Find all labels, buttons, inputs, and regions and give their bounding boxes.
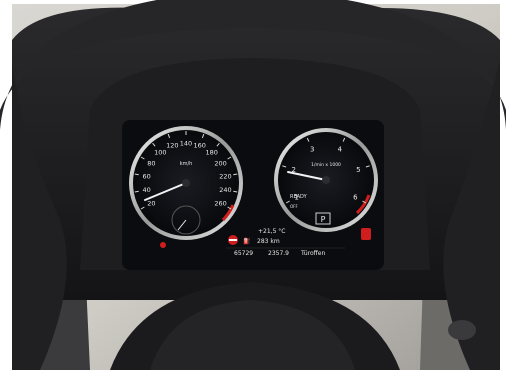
tach-tick-4: 4	[338, 145, 343, 153]
ready-indicator: READY	[290, 194, 308, 200]
speedometer: 20 40 60 80 100120 140 160180 200 220 240 260 km/h	[129, 126, 243, 240]
tach-tick-6: 6	[353, 193, 358, 201]
speed-tick-200: 200	[214, 159, 226, 167]
speed-tick-180: 180	[205, 149, 217, 157]
brake-warning-light	[160, 242, 166, 248]
speed-unit: km/h	[180, 161, 193, 167]
speed-tick-60: 60	[142, 172, 150, 180]
seatbelt-warning-icon	[361, 228, 371, 240]
speed-tick-220: 220	[219, 172, 231, 180]
tach-tick-5: 5	[356, 166, 360, 174]
odometer: 65729	[234, 250, 253, 257]
start-button[interactable]	[448, 320, 476, 340]
speed-tick-mark-240	[233, 190, 238, 193]
range-value: 283 km	[257, 238, 280, 245]
speed-tick-80: 80	[147, 159, 155, 167]
tach-unit: 1/min x 1000	[311, 162, 341, 168]
speed-tick-mark-220	[233, 173, 238, 176]
gear-display: P	[321, 215, 326, 224]
eco-indicator: OFF	[290, 204, 298, 209]
speed-tick-100: 100	[154, 149, 166, 157]
door-warning: Türoffen	[300, 250, 325, 257]
speed-tick-120: 120	[166, 142, 178, 150]
tach-tick-3: 3	[310, 145, 314, 153]
speed-tick-mark-40	[134, 190, 139, 193]
outside-temp: +21,5 °C	[258, 228, 285, 235]
fuel-pump-icon: ⛽	[243, 237, 251, 245]
speed-tick-260: 260	[214, 199, 226, 207]
speed-tick-20: 20	[147, 199, 155, 207]
speed-tick-160: 160	[193, 142, 205, 150]
trip-meter: 2357.9	[268, 250, 289, 257]
speed-tick-40: 40	[142, 186, 150, 194]
speed-tick-240: 240	[219, 186, 231, 194]
speed-tick-140: 140	[180, 139, 192, 147]
speed-tick-mark-60	[134, 173, 139, 176]
car-dashboard-scene: 20 40 60 80 100120 140 160180 200 220 240 260 km/h…	[0, 0, 506, 374]
